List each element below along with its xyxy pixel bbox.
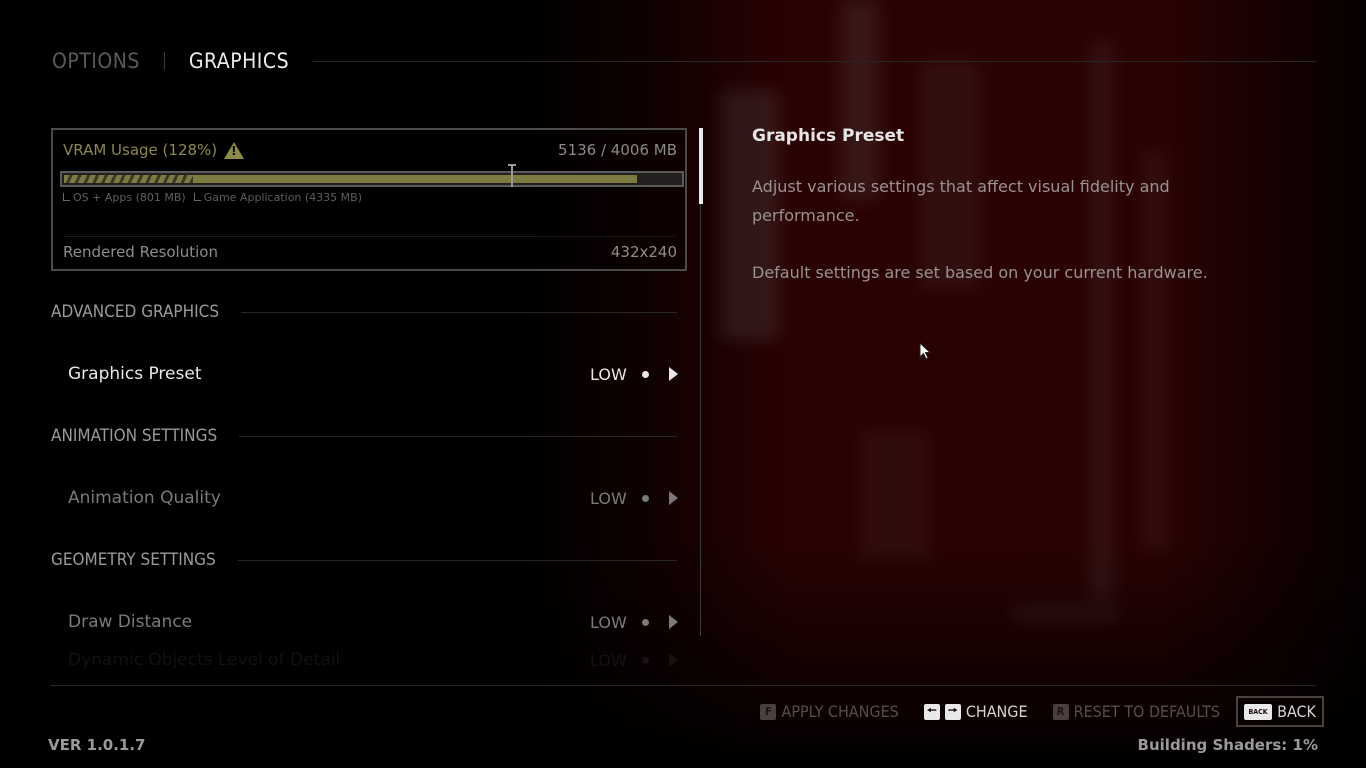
scrollbar-thumb[interactable] xyxy=(699,128,703,204)
section-title: ADVANCED GRAPHICS xyxy=(51,302,220,322)
change-button[interactable]: 🠔 🠖 CHANGE xyxy=(923,702,1028,721)
vram-bar-os-apps-segment xyxy=(64,175,194,183)
description-paragraph: Default settings are set based on your c… xyxy=(752,263,1208,282)
vram-budget-marker xyxy=(507,164,516,187)
vram-usage-bar xyxy=(60,164,684,187)
setting-dynamic-objects-lod[interactable]: Dynamic Objects Level of Detail LOW xyxy=(68,650,678,670)
rendered-resolution-value: 432x240 xyxy=(610,243,677,261)
vram-usage-label: VRAM Usage (128%) xyxy=(63,141,218,159)
back-button[interactable]: BACK BACK xyxy=(1236,696,1324,727)
setting-value: LOW xyxy=(590,612,627,632)
vram-legend: OS + Apps (801 MB) Game Application (433… xyxy=(63,191,362,204)
scrollbar-track[interactable] xyxy=(700,128,701,636)
legend-game: Game Application (4335 MB) xyxy=(193,191,363,204)
key-back-icon: BACK xyxy=(1244,703,1273,720)
action-label: APPLY CHANGES xyxy=(781,702,899,721)
action-label: BACK xyxy=(1277,702,1316,721)
action-label: CHANGE xyxy=(965,702,1028,721)
arrow-right-icon[interactable] xyxy=(669,653,678,667)
setting-label: Draw Distance xyxy=(68,612,193,632)
arrow-left-key-icon: 🠔 xyxy=(923,703,940,720)
footer-divider xyxy=(50,685,1316,686)
setting-draw-distance[interactable]: Draw Distance LOW xyxy=(68,609,678,635)
footer-actions: F APPLY CHANGES 🠔 🠖 CHANGE R RESET TO DE… xyxy=(735,695,1324,728)
section-divider xyxy=(237,559,677,561)
arrow-right-icon[interactable] xyxy=(669,367,678,381)
value-indicator-dot-icon xyxy=(642,494,649,502)
setting-label: Dynamic Objects Level of Detail xyxy=(68,650,341,670)
setting-value: LOW xyxy=(590,488,627,508)
tab-options[interactable]: OPTIONS xyxy=(52,49,140,73)
section-geometry-settings: GEOMETRY SETTINGS xyxy=(51,548,677,572)
mouse-cursor-icon xyxy=(919,342,932,360)
vram-bar-game-segment xyxy=(193,175,637,183)
version-label: VER 1.0.1.7 xyxy=(48,736,146,754)
value-indicator-dot-icon xyxy=(642,656,649,664)
vram-title: VRAM Usage (128%) xyxy=(63,141,245,159)
tab-graphics[interactable]: GRAPHICS xyxy=(189,49,289,73)
key-r-icon: R xyxy=(1052,703,1069,720)
setting-label: Graphics Preset xyxy=(68,364,202,384)
header-divider xyxy=(313,60,1316,62)
setting-value: LOW xyxy=(590,364,627,384)
section-advanced-graphics: ADVANCED GRAPHICS xyxy=(51,300,677,324)
setting-graphics-preset[interactable]: Graphics Preset LOW xyxy=(68,361,678,387)
key-f-icon: F xyxy=(760,703,777,720)
value-indicator-dot-icon xyxy=(642,618,649,626)
corner-bracket-icon xyxy=(63,193,70,201)
corner-bracket-icon xyxy=(193,193,201,201)
rendered-resolution-label: Rendered Resolution xyxy=(63,243,218,261)
apply-changes-button[interactable]: F APPLY CHANGES xyxy=(760,702,899,721)
header-tabs: OPTIONS GRAPHICS xyxy=(52,44,1316,78)
section-animation-settings: ANIMATION SETTINGS xyxy=(51,424,677,448)
description-body: Adjust various settings that affect visu… xyxy=(752,172,1252,287)
legend-os-apps-label: OS + Apps (801 MB) xyxy=(73,191,186,204)
setting-animation-quality[interactable]: Animation Quality LOW xyxy=(68,485,678,511)
description-title: Graphics Preset xyxy=(752,126,905,146)
vram-divider xyxy=(63,236,675,237)
section-divider xyxy=(239,435,677,437)
arrow-right-icon[interactable] xyxy=(669,491,678,505)
warning-triangle-icon xyxy=(224,141,245,159)
setting-value: LOW xyxy=(590,650,627,670)
vram-panel: VRAM Usage (128%) 5136 / 4006 MB OS + Ap… xyxy=(51,128,687,271)
vram-amount: 5136 / 4006 MB xyxy=(558,141,677,159)
section-title: GEOMETRY SETTINGS xyxy=(51,550,216,570)
section-divider xyxy=(241,311,677,313)
shader-build-status: Building Shaders: 1% xyxy=(1137,736,1318,754)
tab-separator xyxy=(163,52,165,70)
description-paragraph: Adjust various settings that affect visu… xyxy=(752,177,1170,225)
section-title: ANIMATION SETTINGS xyxy=(51,426,218,446)
reset-to-defaults-button[interactable]: R RESET TO DEFAULTS xyxy=(1052,702,1221,721)
arrow-right-icon[interactable] xyxy=(669,615,678,629)
legend-game-label: Game Application (4335 MB) xyxy=(203,191,363,204)
action-label: RESET TO DEFAULTS xyxy=(1073,702,1221,721)
value-indicator-dot-icon xyxy=(642,370,649,378)
arrow-right-key-icon: 🠖 xyxy=(944,703,961,720)
setting-label: Animation Quality xyxy=(68,488,221,508)
legend-os-apps: OS + Apps (801 MB) xyxy=(63,191,186,204)
